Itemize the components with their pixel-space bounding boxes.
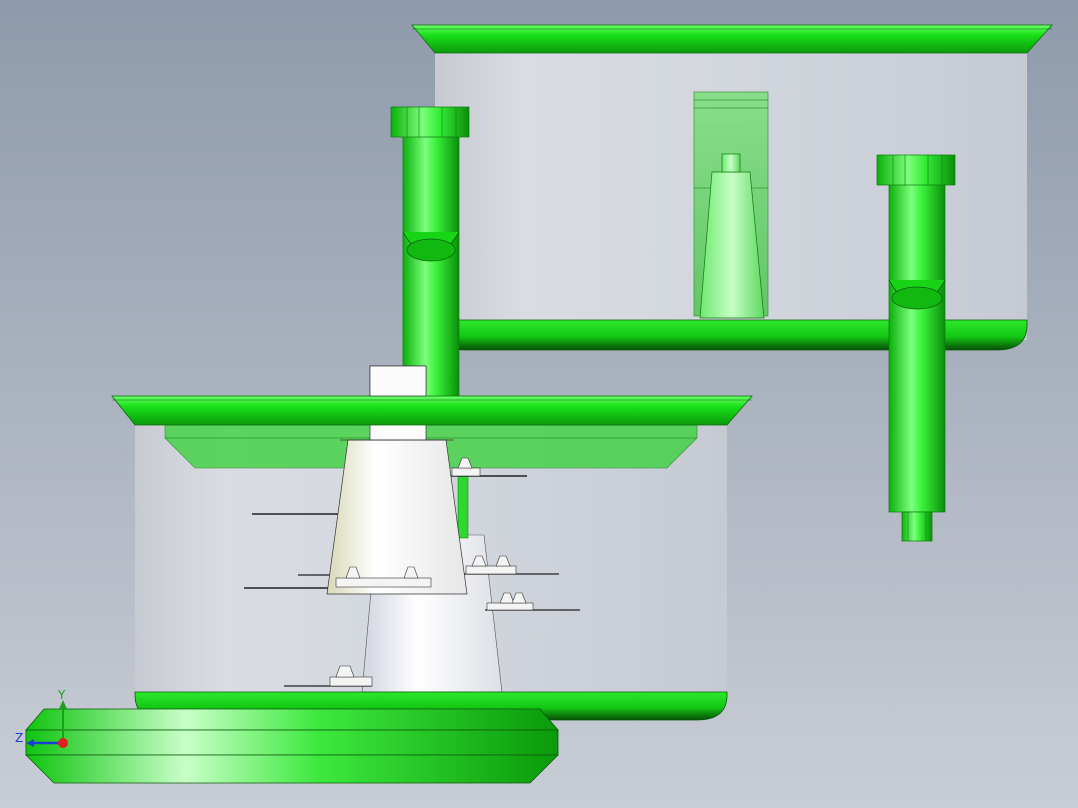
cad-3d-viewport[interactable]: Y Z: [0, 0, 1078, 808]
triad-z-label: Z: [15, 731, 24, 745]
lower-vessel-top-flange: [111, 395, 753, 426]
lower-front-cone: [326, 439, 468, 595]
upper-center-cone-tip: [721, 153, 741, 173]
lower-vessel: [111, 365, 753, 721]
upper-vessel: [411, 24, 1053, 351]
base-platform-band: [25, 729, 559, 756]
left-pipe-flange: [390, 106, 470, 138]
lower-shaft: [457, 475, 469, 539]
triad-y-label: Y: [58, 688, 66, 702]
base-platform-bottom: [25, 754, 559, 784]
base-platform-top: [25, 708, 559, 731]
base-platform: [25, 708, 559, 784]
left-vertical-pipe: [390, 106, 470, 399]
right-pipe-flange: [876, 154, 956, 186]
triad-origin: [58, 738, 68, 748]
right-pipe-stub: [901, 511, 933, 542]
right-vertical-pipe: [876, 154, 956, 542]
model-scene[interactable]: [0, 0, 1078, 808]
